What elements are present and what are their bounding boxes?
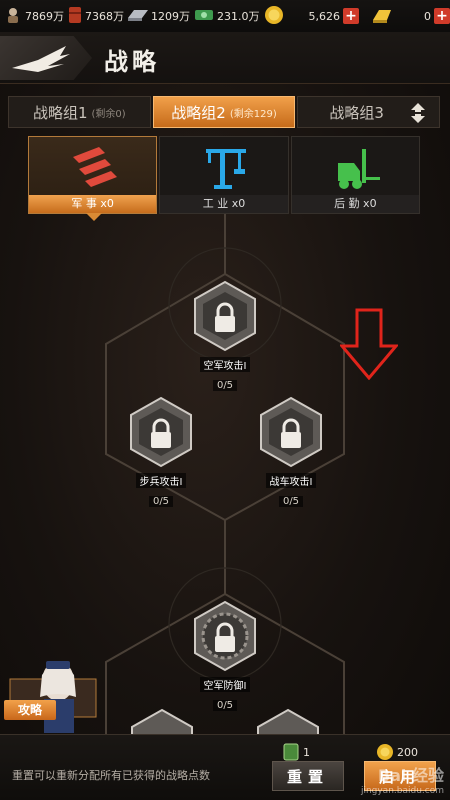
node-name: 战车攻击I [265, 473, 317, 488]
apply-cost-value: 200 [397, 745, 418, 759]
node-name: 空军攻击I [199, 357, 251, 372]
resource-value: 7869万 [25, 10, 64, 23]
tab-remaining: (剩余0) [91, 108, 126, 120]
category-industry[interactable]: 工 业 x0 [159, 136, 289, 214]
skill-node-infantry-attack[interactable]: 步兵攻击I 0/5 [116, 394, 206, 508]
reset-cost-value: 1 [303, 745, 310, 759]
category-label: 工 业 x0 [160, 195, 288, 213]
resource-steel: 1209万 [128, 8, 190, 25]
tab-strategy-group-2[interactable]: 战略组2 (剩余129) [152, 96, 296, 128]
watermark: Bai 经验 jingyan.baidu.com [361, 762, 444, 796]
add-gold-bar-button[interactable]: + [434, 8, 450, 24]
lock-icon [194, 280, 256, 352]
lock-icon [194, 600, 256, 672]
partial-node-right[interactable] [250, 706, 326, 734]
crane-icon [206, 149, 247, 189]
resource-oil: 7368万 [68, 6, 124, 27]
bottom-bar: 1 200 重置可以重新分配所有已获得的战略点数 重置 启用 Bai 经验 ji… [0, 734, 450, 800]
cash-icon [194, 8, 214, 25]
resource-gold-coin [264, 5, 287, 28]
tab-remaining: (剩余129) [229, 108, 277, 120]
category-label: 后 勤 x0 [291, 195, 419, 213]
watermark-brand: Bai 经验 [377, 766, 444, 785]
category-military[interactable]: 军 事 x0 [28, 136, 158, 221]
resource-value: 1209万 [151, 10, 190, 23]
guide-button[interactable]: 攻略 [4, 700, 56, 720]
gold-coin-icon [264, 5, 284, 28]
gold-bar-icon [371, 6, 393, 27]
strategy-group-tabs: 战略组1 (剩余0) 战略组2 (剩余129) 战略组3 [8, 96, 442, 128]
skill-node-tank-attack[interactable]: 战车攻击I 0/5 [246, 394, 336, 508]
node-name: 空军防御I [199, 677, 251, 692]
forklift-icon [337, 149, 380, 189]
tab-label: 战略组3 [329, 103, 384, 122]
node-progress: 0/5 [278, 496, 304, 507]
watermark-url: jingyan.baidu.com [360, 786, 444, 796]
skill-node-air-defense[interactable]: 空军防御I 0/5 [180, 598, 270, 712]
category-logistics[interactable]: 后 勤 x0 [290, 136, 420, 214]
reset-card-icon [283, 743, 299, 761]
resource-value: 0 [424, 9, 431, 23]
reset-cost: 1 [282, 743, 310, 761]
steel-icon [128, 8, 148, 25]
back-button[interactable] [0, 36, 92, 80]
reset-button[interactable]: 重置 [272, 761, 344, 791]
add-gold-coin-button[interactable]: + [343, 8, 359, 24]
resource-bar: 7869万 7368万 1209万 231.0万 5,626 + 0 + [0, 0, 450, 32]
oil-barrel-icon [68, 6, 82, 27]
lock-icon [260, 396, 322, 468]
tab-strategy-group-3[interactable]: 战略组3 [297, 96, 441, 128]
partial-node-left[interactable] [124, 706, 200, 734]
node-progress: 0/5 [148, 496, 174, 507]
missile-icon [73, 147, 117, 187]
category-selector: 军 事 x0 工 业 x0 后 勤 x0 [28, 136, 422, 221]
tab-label: 战略组2 [171, 103, 226, 122]
soldier-icon [4, 6, 22, 27]
gold-coin-icon [377, 744, 393, 760]
resource-gold-bar [371, 6, 396, 27]
tab-label: 战略组1 [32, 103, 88, 122]
node-progress: 0/5 [212, 700, 238, 711]
node-progress: 0/5 [212, 380, 238, 391]
swap-arrows-icon[interactable] [409, 103, 427, 123]
guide-character-avatar[interactable] [6, 655, 100, 735]
skill-node-air-attack[interactable]: 空军攻击I 0/5 [180, 278, 270, 392]
resource-gold-coin-value: 5,626 + [308, 8, 359, 24]
lock-icon [130, 396, 192, 468]
eagle-wing-icon [12, 46, 70, 72]
node-name: 步兵攻击I [135, 473, 187, 488]
category-label: 军 事 x0 [29, 195, 157, 213]
resource-value: 7368万 [85, 10, 124, 23]
resource-gold-bar-value: 0 + [424, 8, 450, 24]
resource-cash: 231.0万 [194, 8, 260, 25]
resource-value: 231.0万 [217, 10, 260, 23]
reset-tip: 重置可以重新分配所有已获得的战略点数 [12, 769, 210, 782]
resource-soldiers: 7869万 [4, 6, 64, 27]
page-title: 战略 [104, 48, 160, 76]
resource-value: 5,626 [308, 9, 341, 23]
apply-cost: 200 [376, 743, 418, 761]
tab-strategy-group-1[interactable]: 战略组1 (剩余0) [8, 96, 151, 128]
page-header: 战略 [0, 32, 450, 84]
arrow-down-icon [340, 308, 398, 380]
